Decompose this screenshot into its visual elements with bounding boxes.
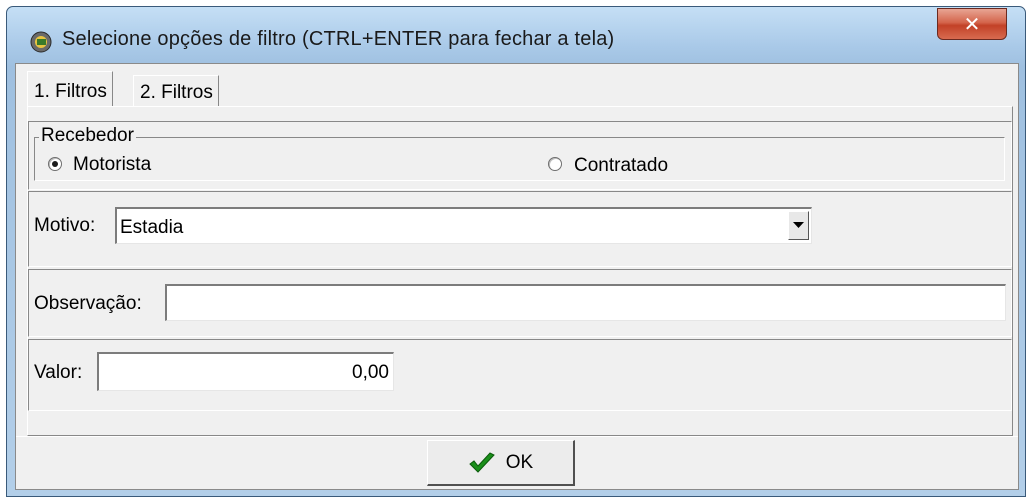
motivo-value: Estadia xyxy=(120,217,184,238)
button-bar: OK xyxy=(16,436,1018,490)
recebedor-group-label: Recebedor xyxy=(39,125,136,147)
motivo-select[interactable]: Estadia xyxy=(115,207,812,244)
valor-panel: Valor: 0,00 xyxy=(28,339,1012,411)
dialog-window: Selecione opções de filtro (CTRL+ENTER p… xyxy=(6,6,1026,497)
dialog-client-area: 1. Filtros 2. Filtros Recebedor Motorist… xyxy=(15,63,1019,490)
contratado-radio[interactable] xyxy=(548,157,562,171)
app-icon xyxy=(29,30,53,54)
window-title: Selecione opções de filtro (CTRL+ENTER p… xyxy=(62,28,615,50)
title-bar[interactable]: Selecione opções de filtro (CTRL+ENTER p… xyxy=(7,7,1025,63)
tab-filtros-1[interactable]: 1. Filtros xyxy=(27,71,113,107)
valor-value: 0,00 xyxy=(352,362,389,383)
ok-label: OK xyxy=(505,451,534,473)
observacao-label: Observação: xyxy=(34,293,142,314)
motivo-panel: Motivo: Estadia xyxy=(28,191,1012,267)
radio-selected-dot xyxy=(52,161,58,167)
valor-label: Valor: xyxy=(34,362,83,383)
chevron-down-icon xyxy=(793,222,804,228)
close-icon: ✕ xyxy=(963,12,981,36)
motorista-label[interactable]: Motorista xyxy=(73,154,151,176)
recebedor-panel: Recebedor Motorista Contratado xyxy=(28,121,1012,190)
contratado-label[interactable]: Contratado xyxy=(574,155,668,177)
valor-input[interactable]: 0,00 xyxy=(97,352,394,391)
observacao-input[interactable] xyxy=(165,284,1006,321)
motivo-label: Motivo: xyxy=(34,215,96,236)
tab-filtros-2[interactable]: 2. Filtros xyxy=(133,75,219,106)
close-button[interactable]: ✕ xyxy=(937,8,1007,40)
motorista-radio[interactable] xyxy=(48,157,62,171)
checkmark-icon xyxy=(469,451,495,473)
ok-button[interactable]: OK xyxy=(427,440,575,486)
recebedor-groupbox xyxy=(34,137,1005,181)
motivo-dropdown-button[interactable] xyxy=(788,211,809,240)
observacao-panel: Observação: xyxy=(28,269,1012,337)
